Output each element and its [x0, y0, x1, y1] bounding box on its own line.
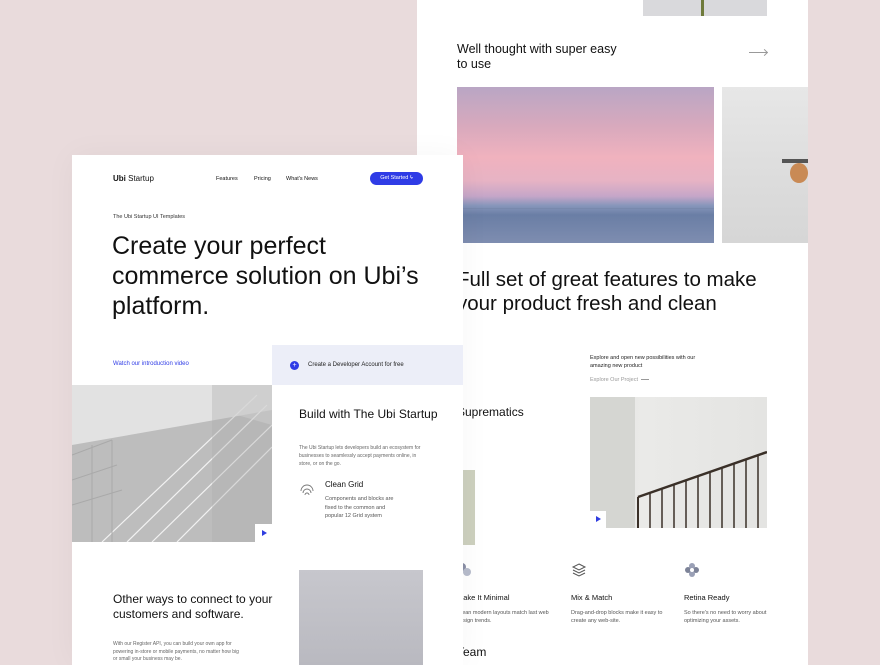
logo[interactable]: Ubi Startup [113, 174, 154, 183]
clean-grid-desc: Components and blocks are fixed to the c… [325, 496, 394, 519]
skateboard-image [722, 87, 808, 243]
nav-whats-news[interactable]: What's News [286, 176, 318, 182]
skateboard-wheel [790, 163, 808, 183]
hero-headline: Create your perfect commerce solution on… [112, 232, 419, 320]
plus-icon: + [290, 361, 299, 370]
logo-bold[interactable]: Ubi [113, 174, 126, 183]
developer-account-banner[interactable]: + Create a Developer Account for free [272, 345, 463, 385]
railing-graphic [637, 450, 767, 528]
top-plant-image [643, 0, 767, 16]
feature-title: Retina Ready [684, 593, 730, 602]
feature-retina-ready: Retina Ready So there's no need to worry… [684, 562, 784, 625]
feature-title: Make It Minimal [457, 593, 510, 602]
building-graphic [72, 385, 272, 542]
explore-link-label[interactable]: Explore Our Project [590, 377, 638, 383]
explore-text: Explore and open new possibilities with … [590, 355, 696, 369]
play-video-button[interactable] [590, 511, 606, 528]
clean-grid-title: Clean Grid [325, 480, 364, 489]
feature-desc: Drag-and-drop blocks make it easy to cre… [571, 610, 663, 624]
eyebrow-text: The Ubi Startup UI Templates [113, 214, 186, 220]
arrow-right-icon[interactable] [749, 52, 767, 53]
grey-image [299, 570, 423, 665]
flower-icon [685, 563, 699, 577]
feature-mix-match: Mix & Match Drag-and-drop blocks make it… [571, 562, 671, 625]
nav-features[interactable]: Features [216, 176, 238, 182]
arrow-right-icon [641, 379, 649, 381]
fingerprint-icon [300, 484, 314, 496]
tagline: Well thought with super easy to use [457, 42, 617, 71]
play-video-button[interactable] [255, 524, 272, 542]
other-ways-heading: Other ways to connect to your customers … [113, 592, 273, 621]
staircase-image [590, 397, 767, 528]
features-headline: Full set of great features to make your … [457, 268, 757, 315]
other-ways-desc: With our Register API, you can build you… [113, 641, 239, 662]
suprematics-heading: Suprematics [457, 405, 524, 419]
architecture-image [72, 385, 272, 542]
bolt-icon: ϟ [409, 175, 413, 181]
sunset-sea-image [457, 87, 714, 243]
build-description: The Ubi Startup lets developers build an… [299, 445, 421, 467]
explore-project-link[interactable]: Explore Our Project [590, 377, 649, 383]
watch-video-link[interactable]: Watch our introduction video [113, 361, 189, 367]
skateboard-deck [782, 159, 808, 163]
back-card: Well thought with super easy to use Full… [417, 0, 808, 665]
feature-make-it-minimal: Make It Minimal Clean modern layouts mat… [457, 562, 557, 625]
horizon-line [457, 208, 714, 209]
feature-desc: So there's no need to worry about optimi… [684, 610, 767, 624]
plant-stem [701, 0, 704, 16]
layers-icon [571, 563, 587, 577]
nav-pricing[interactable]: Pricing [254, 176, 271, 182]
get-started-button[interactable]: Get Started ϟ [370, 172, 423, 185]
front-card: Ubi Startup Features Pricing What's News… [72, 155, 463, 665]
feature-title: Mix & Match [571, 593, 613, 602]
feature-desc: Clean modern layouts match last web desi… [457, 610, 549, 624]
build-heading: Build with The Ubi Startup [299, 407, 438, 421]
get-started-label[interactable]: Get Started [380, 175, 408, 181]
developer-account-label[interactable]: Create a Developer Account for free [308, 362, 404, 368]
logo-rest[interactable]: Startup [126, 174, 154, 183]
